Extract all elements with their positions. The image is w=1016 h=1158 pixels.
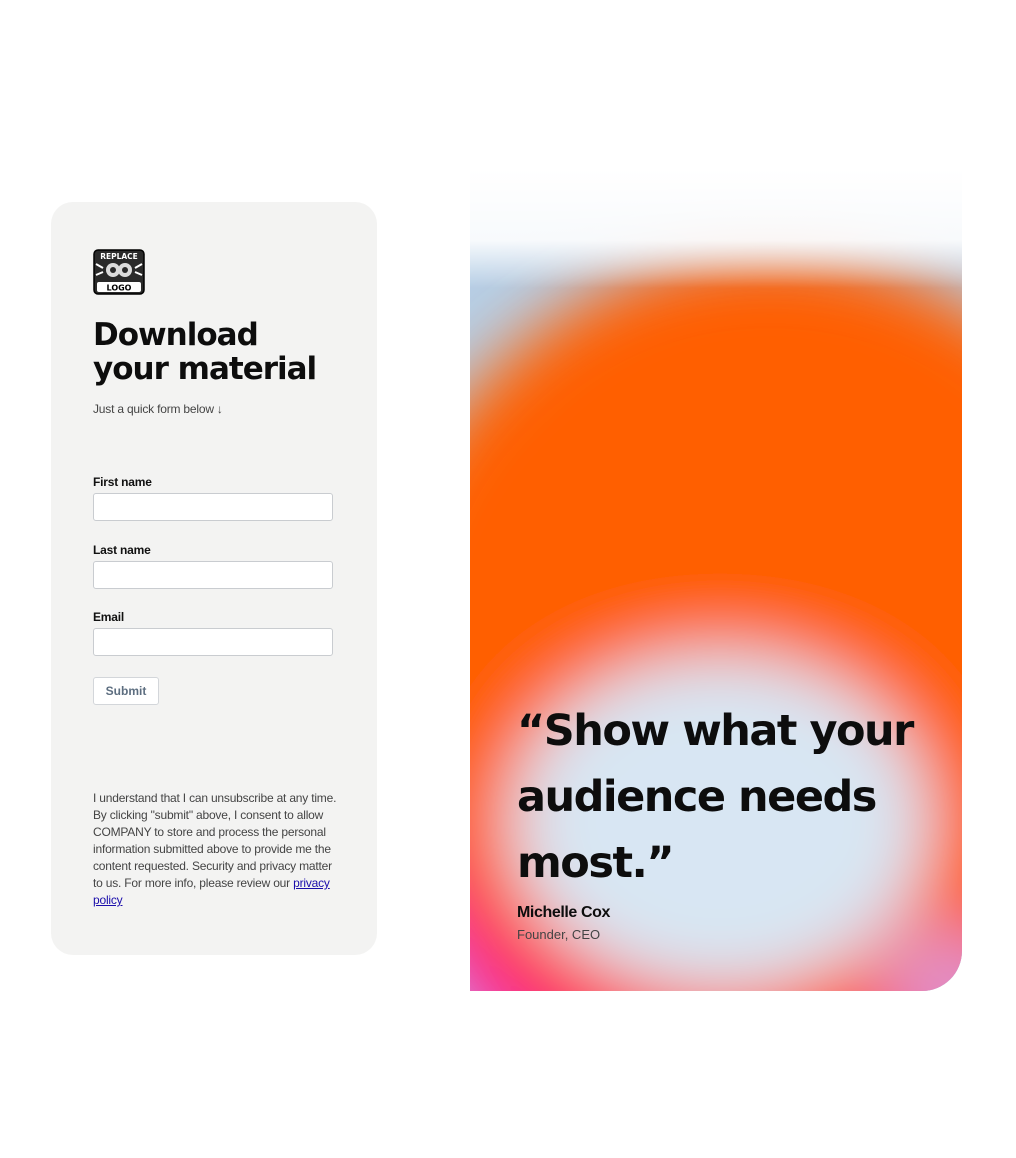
quote-line-3: most.” xyxy=(517,838,675,888)
last-name-input[interactable] xyxy=(93,561,333,589)
submit-button[interactable]: Submit xyxy=(93,677,159,705)
quote-line-1: “Show what your xyxy=(517,706,914,756)
subtitle: Just a quick form below ↓ xyxy=(93,402,223,416)
last-name-label: Last name xyxy=(93,543,151,557)
first-name-input[interactable] xyxy=(93,493,333,521)
email-label: Email xyxy=(93,610,125,624)
consent-text: I understand that I can unsubscribe at a… xyxy=(93,790,339,909)
replace-logo-icon: REPLACE LOGO xyxy=(93,249,145,295)
form-card: REPLACE LOGO Download your material Just … xyxy=(51,202,377,955)
page-title: Download your material xyxy=(93,318,333,386)
author-name: Michelle Cox xyxy=(517,904,611,921)
first-name-label: First name xyxy=(93,475,152,489)
email-input[interactable] xyxy=(93,628,333,656)
logo-text-top: REPLACE xyxy=(100,252,138,261)
logo-text-bottom: LOGO xyxy=(107,284,132,293)
quote-line-2: audience needs xyxy=(517,772,877,822)
testimonial-quote: “Show what your audience needs most.” xyxy=(517,698,937,896)
testimonial-panel: “Show what your audience needs most.” Mich… xyxy=(470,168,962,991)
title-line-1: Download xyxy=(93,317,259,353)
author-title: Founder, CEO xyxy=(517,927,601,942)
title-line-2: your material xyxy=(93,351,317,387)
